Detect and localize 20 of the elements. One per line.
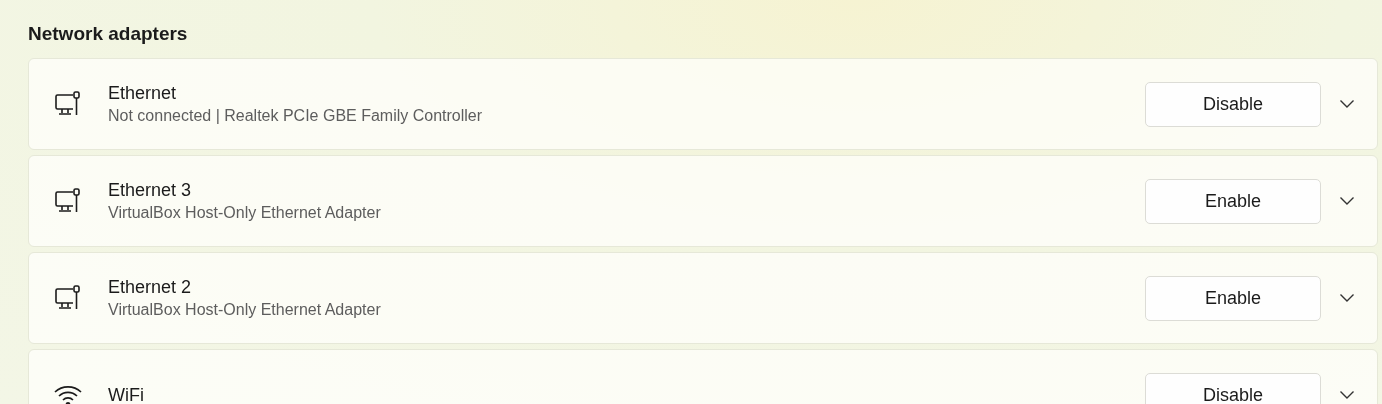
- adapter-name: Ethernet 3: [108, 180, 192, 201]
- adapter-description: VirtualBox Host-Only Ethernet Adapter: [108, 301, 381, 319]
- adapter-description: VirtualBox Host-Only Ethernet Adapter: [108, 204, 381, 222]
- chevron-icon[interactable]: [1339, 99, 1355, 109]
- adapter-name: WiFi: [108, 384, 144, 404]
- toggle-adapter-button[interactable]: Enable: [1145, 178, 1321, 224]
- adapter-name: Ethernet 2: [108, 277, 192, 298]
- adapter-description: Not connected | Realtek PCIe GBE Family Controller: [108, 107, 483, 125]
- chevron-icon[interactable]: [1339, 196, 1355, 206]
- toggle-adapter-button[interactable]: Enable: [1145, 275, 1321, 321]
- adapter-name: Ethernet: [108, 83, 177, 104]
- computer-icon: [54, 284, 82, 312]
- computer-icon: [54, 90, 82, 118]
- chevron-icon[interactable]: [1339, 293, 1355, 303]
- computer-icon: [54, 187, 82, 215]
- section-title: Network adapters: [28, 22, 189, 46]
- wifi-icon: [53, 383, 83, 404]
- chevron-icon[interactable]: [1339, 390, 1355, 400]
- toggle-adapter-button[interactable]: Disable: [1145, 81, 1321, 127]
- toggle-adapter-button[interactable]: Disable: [1145, 372, 1321, 404]
